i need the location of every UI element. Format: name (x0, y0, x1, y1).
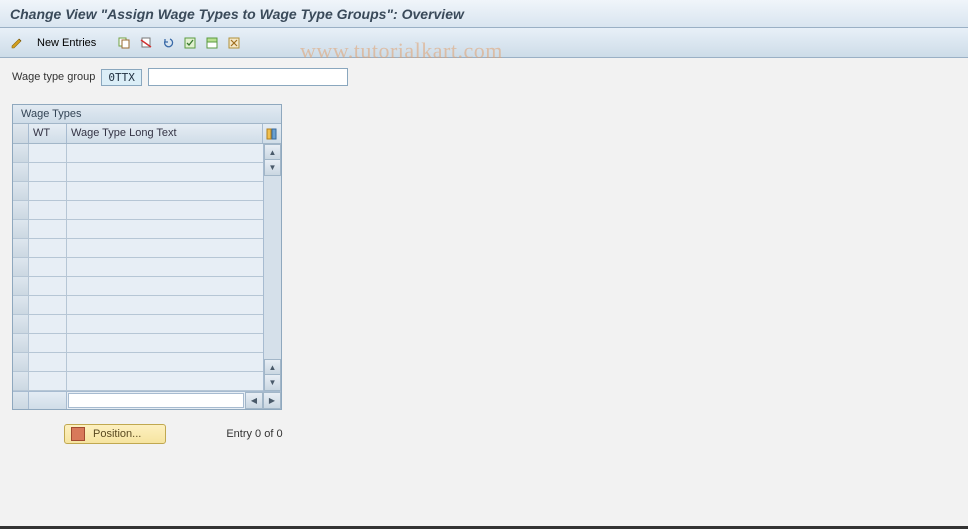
row-selector[interactable] (13, 353, 29, 372)
row-selector[interactable] (13, 315, 29, 334)
wage-type-group-desc-input[interactable] (148, 68, 348, 86)
table-settings-icon[interactable] (263, 124, 281, 143)
table-row[interactable] (13, 220, 263, 239)
cell-long-text[interactable] (67, 258, 263, 277)
scroll-track[interactable] (264, 176, 281, 359)
table-row[interactable] (13, 334, 263, 353)
cell-wt[interactable] (29, 239, 67, 258)
table-row[interactable] (13, 296, 263, 315)
row-selector[interactable] (13, 372, 29, 391)
position-label: Position... (93, 428, 141, 440)
cell-wt[interactable] (29, 182, 67, 201)
row-selector[interactable] (13, 258, 29, 277)
scroll-down-small-icon[interactable]: ▼ (264, 160, 281, 176)
delete-icon[interactable] (137, 34, 155, 52)
row-selector[interactable] (13, 296, 29, 315)
footer-wt-spacer (29, 392, 67, 409)
row-selector[interactable] (13, 220, 29, 239)
table-row[interactable] (13, 353, 263, 372)
table-title: Wage Types (13, 105, 281, 124)
cell-long-text[interactable] (67, 239, 263, 258)
cell-long-text[interactable] (67, 220, 263, 239)
table-row[interactable] (13, 277, 263, 296)
wage-types-table: Wage Types WT Wage Type Long Text (12, 104, 282, 410)
cell-wt[interactable] (29, 277, 67, 296)
cell-wt[interactable] (29, 163, 67, 182)
cell-long-text[interactable] (67, 277, 263, 296)
bottom-controls: Position... Entry 0 of 0 (12, 424, 956, 444)
entry-count-text: Entry 0 of 0 (226, 428, 282, 440)
table-row[interactable] (13, 315, 263, 334)
cell-long-text[interactable] (67, 144, 263, 163)
cell-long-text[interactable] (67, 353, 263, 372)
row-selector[interactable] (13, 334, 29, 353)
copy-icon[interactable] (115, 34, 133, 52)
column-header-wt[interactable]: WT (29, 124, 67, 143)
table-row[interactable] (13, 372, 263, 391)
cell-wt[interactable] (29, 353, 67, 372)
cell-long-text[interactable] (67, 334, 263, 353)
deselect-all-icon[interactable] (225, 34, 243, 52)
position-button[interactable]: Position... (64, 424, 166, 444)
row-selector[interactable] (13, 201, 29, 220)
wage-type-group-value: 0TTX (101, 69, 142, 86)
content-area: Wage type group 0TTX Wage Types WT Wage … (0, 58, 968, 454)
undo-icon[interactable] (159, 34, 177, 52)
cell-wt[interactable] (29, 258, 67, 277)
table-footer: ◀ ▶ (13, 391, 281, 409)
new-entries-button[interactable]: New Entries (30, 34, 103, 52)
cell-wt[interactable] (29, 201, 67, 220)
footer-selector (13, 392, 29, 409)
table-row[interactable] (13, 182, 263, 201)
table-row[interactable] (13, 239, 263, 258)
table-row[interactable] (13, 201, 263, 220)
title-bar: Change View "Assign Wage Types to Wage T… (0, 0, 968, 28)
row-selector[interactable] (13, 163, 29, 182)
cell-long-text[interactable] (67, 372, 263, 391)
cell-long-text[interactable] (67, 315, 263, 334)
horizontal-scroll-track[interactable] (68, 393, 244, 408)
row-selector[interactable] (13, 277, 29, 296)
table-header: WT Wage Type Long Text (13, 124, 281, 144)
cell-long-text[interactable] (67, 296, 263, 315)
table-row[interactable] (13, 258, 263, 277)
cell-wt[interactable] (29, 296, 67, 315)
cell-wt[interactable] (29, 220, 67, 239)
cell-long-text[interactable] (67, 201, 263, 220)
scroll-right-icon[interactable]: ▶ (263, 392, 281, 409)
new-entries-label: New Entries (37, 37, 96, 49)
cell-wt[interactable] (29, 144, 67, 163)
scroll-left-icon[interactable]: ◀ (245, 392, 263, 409)
row-selector[interactable] (13, 182, 29, 201)
scroll-up-small-icon[interactable]: ▲ (264, 359, 281, 375)
select-all-icon[interactable] (181, 34, 199, 52)
vertical-scrollbar[interactable]: ▲ ▼ ▲ ▼ (263, 144, 281, 391)
page-title: Change View "Assign Wage Types to Wage T… (10, 6, 464, 22)
wage-type-group-label: Wage type group (12, 71, 95, 83)
scroll-up-icon[interactable]: ▲ (264, 144, 281, 160)
row-selector[interactable] (13, 239, 29, 258)
table-header-selector[interactable] (13, 124, 29, 143)
table-row[interactable] (13, 144, 263, 163)
column-header-long-text[interactable]: Wage Type Long Text (67, 124, 263, 143)
select-block-icon[interactable] (203, 34, 221, 52)
cell-wt[interactable] (29, 372, 67, 391)
row-selector[interactable] (13, 144, 29, 163)
table-body: ▲ ▼ ▲ ▼ (13, 144, 281, 391)
cell-wt[interactable] (29, 315, 67, 334)
cell-long-text[interactable] (67, 182, 263, 201)
cell-long-text[interactable] (67, 163, 263, 182)
toggle-change-icon[interactable] (8, 34, 26, 52)
scroll-down-icon[interactable]: ▼ (264, 375, 281, 391)
position-icon (71, 427, 85, 441)
table-row[interactable] (13, 163, 263, 182)
toolbar: New Entries (0, 28, 968, 58)
cell-wt[interactable] (29, 334, 67, 353)
wage-type-group-row: Wage type group 0TTX (12, 68, 956, 86)
